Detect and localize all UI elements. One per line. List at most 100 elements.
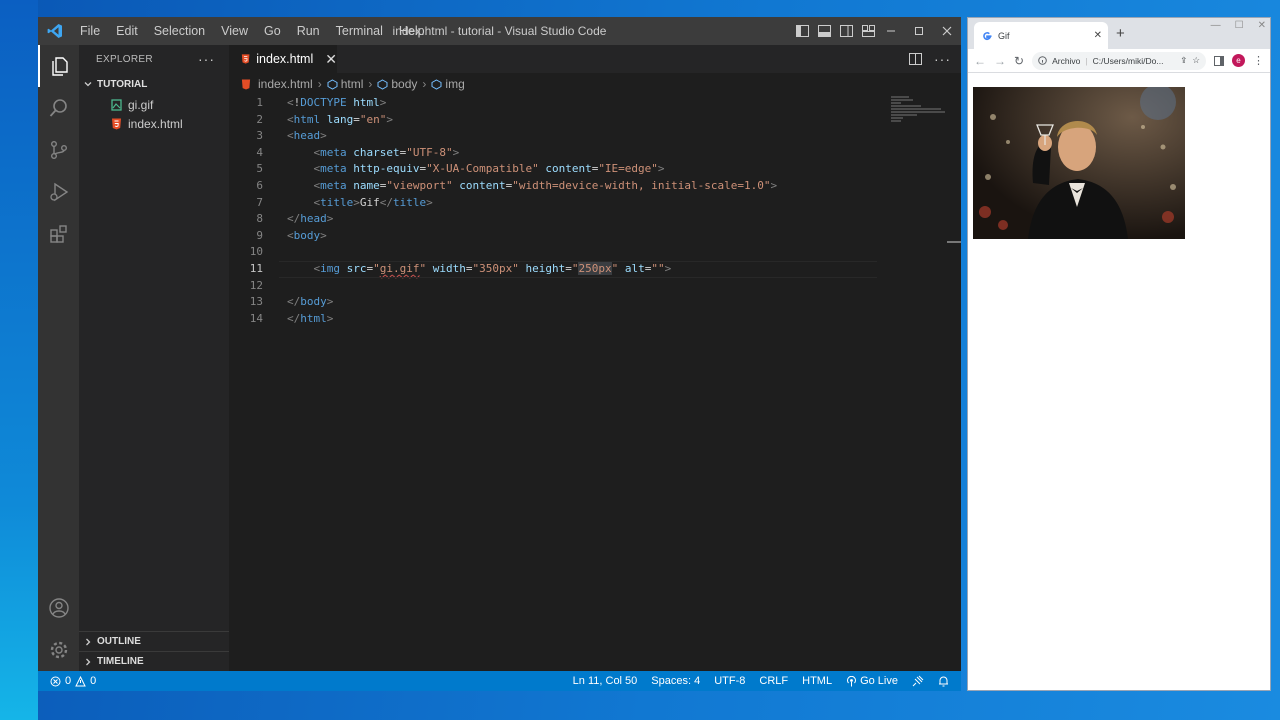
more-actions-icon[interactable]: ···	[934, 51, 951, 67]
code-text: <title>Gif</title>	[313, 195, 433, 209]
breadcrumb-item[interactable]: body	[391, 77, 417, 91]
html-file-icon	[112, 118, 121, 129]
code-line[interactable]: 6 <meta name="viewport" content="width=d…	[229, 178, 947, 195]
activity-accounts[interactable]	[38, 587, 79, 629]
address-bar[interactable]: Archivo | C:/Users/miki/Do... ⇪ ☆	[1032, 51, 1206, 70]
toggle-secondary-sidebar-icon[interactable]	[840, 25, 853, 37]
cursor-position[interactable]: Ln 11, Col 50	[573, 675, 638, 687]
close-window-button[interactable]	[933, 17, 961, 45]
gif-image	[973, 87, 1185, 239]
error-count: 0	[65, 675, 72, 687]
minimize-icon	[887, 30, 895, 32]
code-text: <img src="gi.gif" width="350px" height="…	[313, 261, 672, 275]
line-number: 11	[249, 261, 263, 275]
code-line[interactable]: 11 <img src="gi.gif" width="350px" heigh…	[229, 260, 947, 278]
code-line[interactable]: 8 </head>	[229, 211, 947, 228]
menu-file[interactable]: File	[72, 17, 108, 45]
status-right: Ln 11, Col 50 Spaces: 4 UTF-8 CRLF HTML …	[573, 675, 961, 687]
outline-section[interactable]: OUTLINE	[79, 631, 229, 651]
code-line[interactable]: 7 <title>Gif</title>	[229, 195, 947, 212]
indentation[interactable]: Spaces: 4	[651, 675, 700, 687]
line-ending[interactable]: CRLF	[759, 675, 788, 687]
maximize-icon	[915, 27, 923, 35]
kebab-menu-icon[interactable]: ⋮	[1253, 54, 1264, 67]
customize-layout-icon[interactable]	[862, 25, 875, 37]
tab-close-icon[interactable]: ✕	[325, 51, 337, 68]
minimize-button[interactable]	[877, 17, 905, 45]
code-text: <!DOCTYPE html>	[287, 96, 387, 109]
activity-source-control[interactable]	[38, 129, 79, 171]
menu-go[interactable]: Go	[256, 17, 289, 45]
line-number: 13	[249, 295, 263, 309]
encoding[interactable]: UTF-8	[714, 675, 745, 687]
timeline-section[interactable]: TIMELINE	[79, 651, 229, 671]
maximize-icon[interactable]: ☐	[1235, 20, 1244, 31]
warning-icon	[75, 675, 86, 686]
new-tab-icon[interactable]: +	[1116, 25, 1125, 42]
menu-run[interactable]: Run	[289, 17, 328, 45]
back-icon[interactable]: ←	[974, 54, 986, 68]
activity-run-debug[interactable]	[38, 171, 79, 213]
line-number: 14	[249, 311, 263, 325]
code-editor[interactable]: 1 <!DOCTYPE html> 2 <html lang="en"> 3 <head>…	[229, 95, 947, 671]
language-mode[interactable]: HTML	[802, 675, 832, 687]
feedback-icon[interactable]	[912, 675, 924, 687]
activity-search[interactable]	[38, 87, 79, 129]
warning-count: 0	[90, 675, 97, 687]
activity-explorer[interactable]	[38, 45, 79, 87]
code-line[interactable]: 5 <meta http-equiv="X-UA-Compatible" con…	[229, 161, 947, 178]
split-editor-icon[interactable]	[909, 53, 922, 65]
file-item-gif[interactable]: gi.gif	[79, 95, 229, 114]
code-line[interactable]: 2 <html lang="en">	[229, 112, 947, 129]
browser-tab[interactable]: Gif ✕	[974, 22, 1108, 49]
breadcrumb-item[interactable]: index.html	[258, 77, 313, 91]
file-item-html[interactable]: index.html	[79, 114, 229, 133]
minimize-icon[interactable]: —	[1211, 20, 1221, 31]
maximize-button[interactable]	[905, 17, 933, 45]
toggle-sidebar-icon[interactable]	[796, 25, 809, 37]
line-number: 7	[256, 195, 263, 209]
code-line[interactable]: 1 <!DOCTYPE html>	[229, 95, 947, 112]
bell-icon[interactable]	[938, 675, 949, 687]
code-line[interactable]: 12	[229, 278, 947, 295]
tab-index-html[interactable]: index.html ✕	[229, 45, 337, 73]
avatar[interactable]: e	[1232, 54, 1245, 67]
tab-label: index.html	[256, 52, 314, 66]
folder-tutorial[interactable]: TUTORIAL	[79, 73, 229, 95]
code-line[interactable]: 9 <body>	[229, 228, 947, 245]
line-number: 5	[256, 162, 263, 176]
forward-icon[interactable]: →	[994, 54, 1006, 68]
close-icon[interactable]: ✕	[1258, 20, 1266, 31]
error-icon	[50, 676, 61, 686]
code-text: </html>	[287, 311, 334, 325]
minimap[interactable]	[891, 95, 947, 155]
code-line[interactable]: 14 </html>	[229, 311, 947, 328]
problems-indicator[interactable]: 0 0	[38, 675, 96, 687]
tab-close-icon[interactable]: ✕	[1094, 30, 1102, 41]
code-line[interactable]: 10	[229, 244, 947, 261]
activity-manage[interactable]	[38, 629, 79, 671]
scrollbar-marker[interactable]	[947, 241, 961, 243]
more-actions-icon[interactable]: ···	[198, 51, 215, 67]
side-panel-icon[interactable]	[1214, 55, 1224, 66]
menu-view[interactable]: View	[213, 17, 256, 45]
line-number: 12	[249, 278, 263, 292]
activity-extensions[interactable]	[38, 213, 79, 255]
code-line[interactable]: 13 </body>	[229, 294, 947, 311]
go-live-button[interactable]: Go Live	[846, 675, 898, 687]
star-icon[interactable]: ☆	[1192, 55, 1200, 66]
menu-help[interactable]: Help	[391, 17, 433, 45]
breadcrumb-item[interactable]: img	[445, 77, 464, 91]
reload-icon[interactable]: ↻	[1014, 54, 1024, 68]
extensions-icon	[49, 225, 67, 243]
code-line[interactable]: 4 <meta charset="UTF-8">	[229, 145, 947, 162]
toggle-panel-icon[interactable]	[818, 25, 831, 37]
code-line[interactable]: 3 <head>	[229, 128, 947, 145]
activity-bar	[38, 45, 79, 671]
close-icon	[942, 26, 952, 36]
menu-edit[interactable]: Edit	[108, 17, 146, 45]
menu-selection[interactable]: Selection	[146, 17, 213, 45]
breadcrumb-item[interactable]: html	[341, 77, 364, 91]
share-icon[interactable]: ⇪	[1180, 55, 1187, 66]
menu-terminal[interactable]: Terminal	[328, 17, 391, 45]
